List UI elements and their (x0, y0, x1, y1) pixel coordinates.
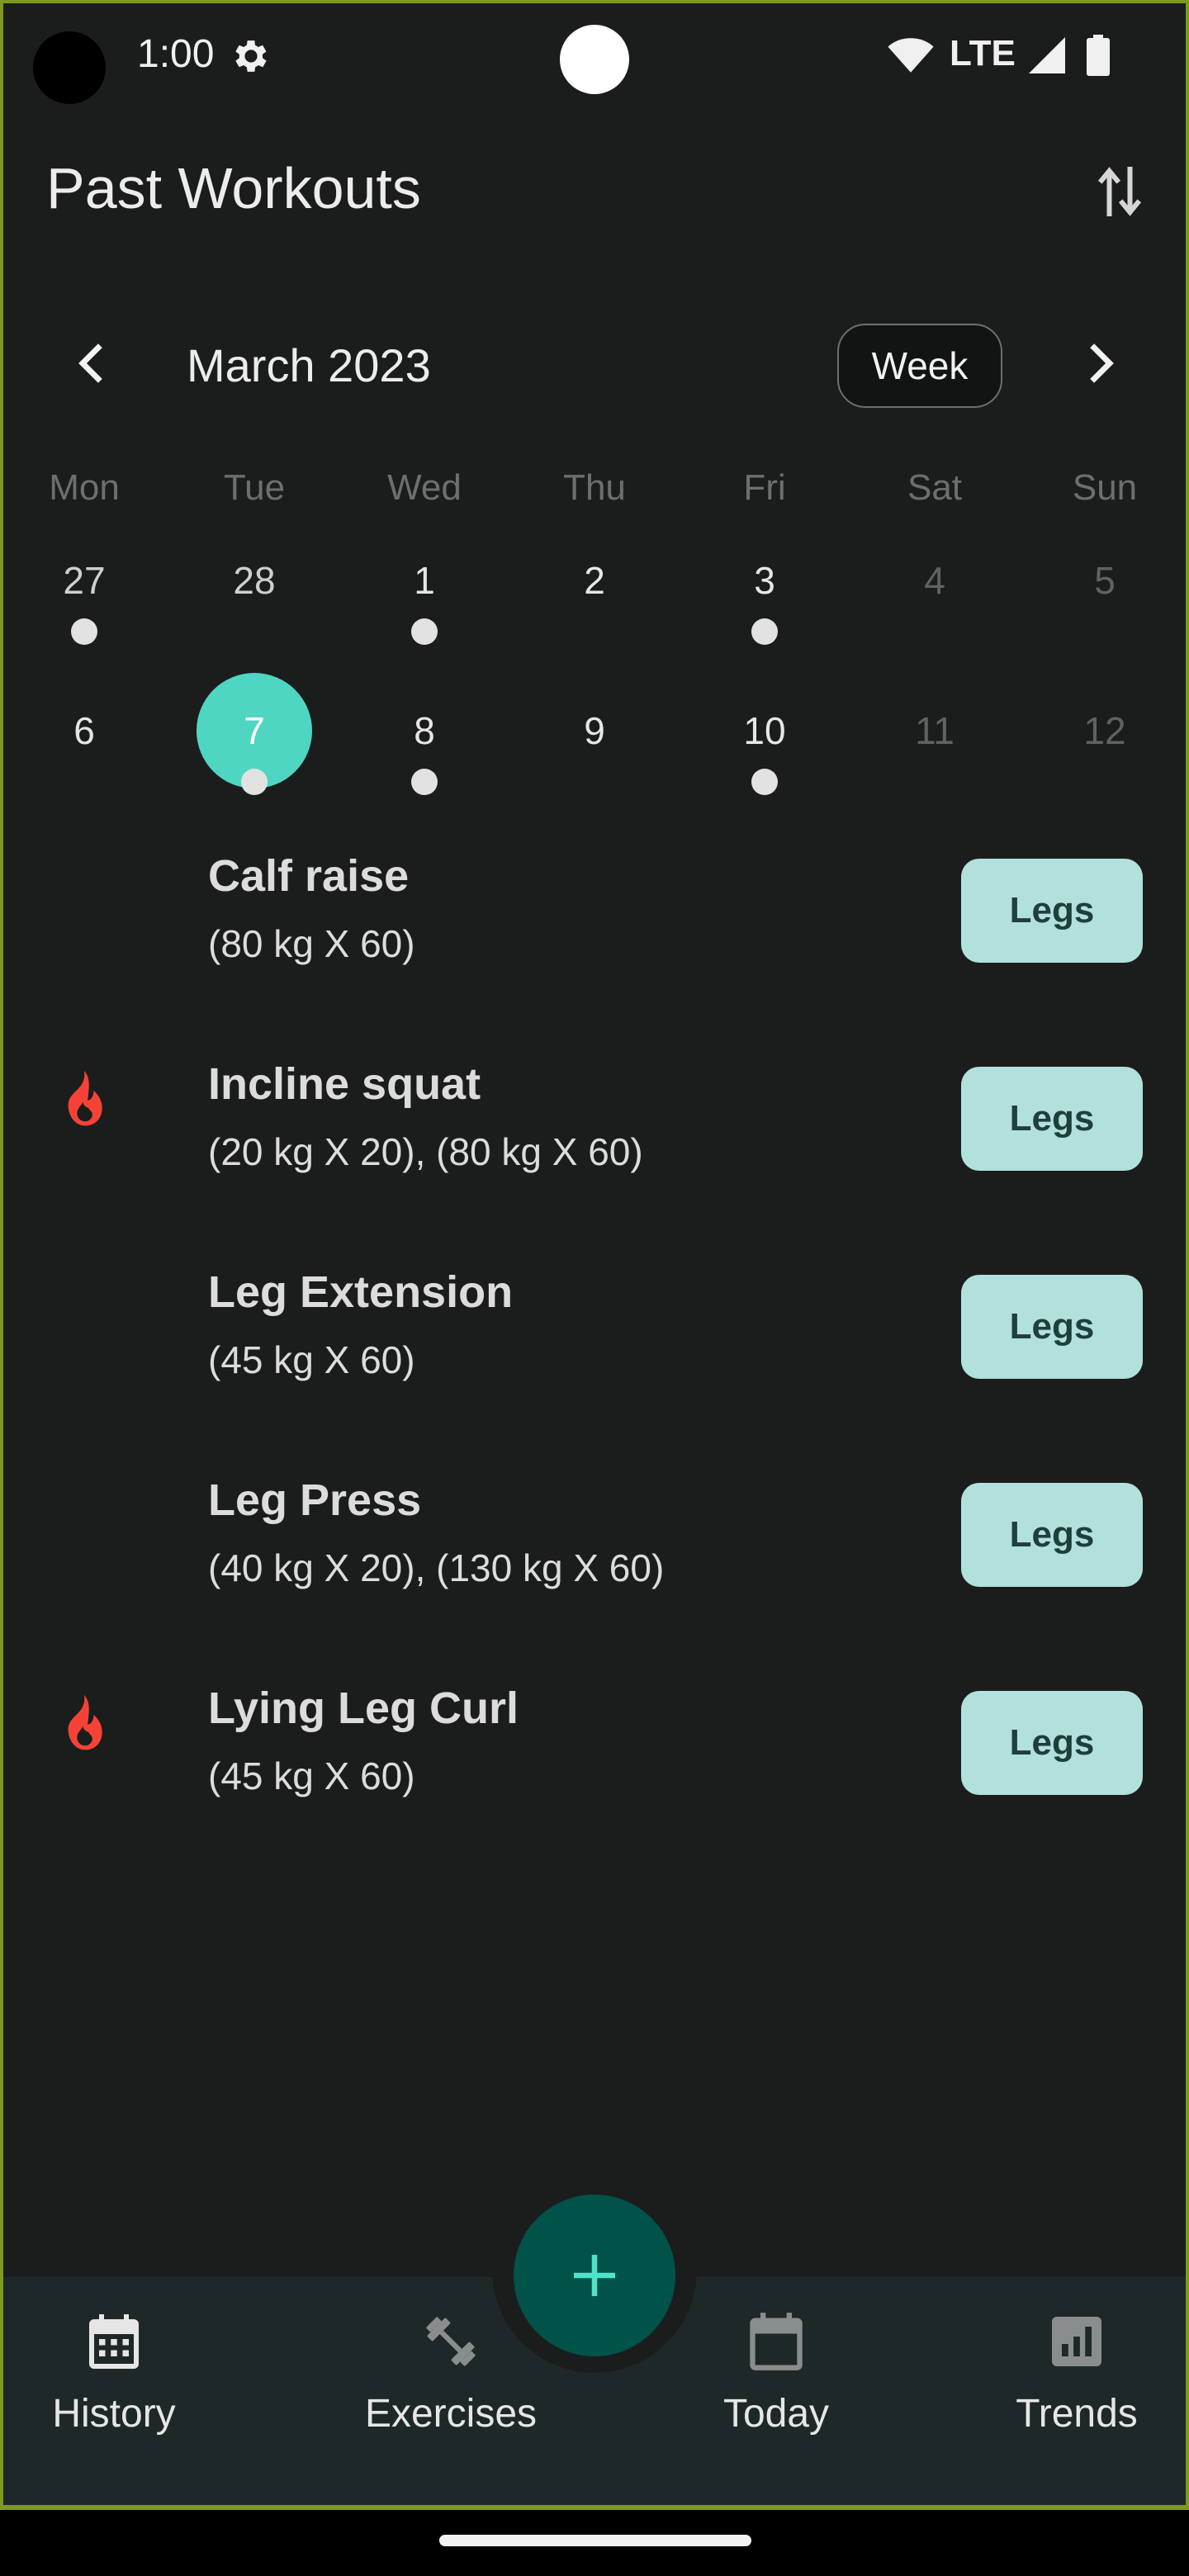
calendar-day[interactable]: 28 (197, 558, 312, 674)
signal-icon (1029, 37, 1065, 73)
category-tag[interactable]: Legs (961, 1483, 1143, 1587)
category-tag[interactable]: Legs (961, 1275, 1143, 1379)
nav-exercises-label: Exercises (364, 2392, 538, 2436)
calendar-day[interactable]: 10 (707, 708, 822, 824)
workout-row[interactable]: Calf raise (80 kg X 60) Legs (0, 834, 1189, 999)
workout-indicator-dot (751, 769, 778, 795)
home-gesture-handle[interactable] (439, 2535, 751, 2546)
workout-indicator-dot (751, 618, 778, 645)
nav-history-label: History (52, 2392, 176, 2436)
swap-vertical-icon[interactable] (1095, 162, 1144, 221)
exercise-sets: (40 kg X 20), (130 kg X 60) (208, 1546, 665, 1589)
exercise-name: Incline squat (208, 1059, 481, 1109)
weekday-label: Fri (743, 467, 786, 508)
wifi-icon (888, 38, 934, 73)
month-label: March 2023 (187, 339, 431, 391)
battery-icon (1087, 35, 1110, 76)
frame-border-top (0, 0, 1189, 3)
nav-today[interactable]: Today (710, 2310, 842, 2436)
workout-row[interactable]: Incline squat (20 kg X 20), (80 kg X 60)… (0, 1042, 1189, 1207)
calendar-day-selected[interactable]: 7 (197, 708, 312, 824)
exercise-sets: (80 kg X 60) (208, 922, 415, 965)
calendar-day[interactable]: 11 (877, 708, 992, 824)
flame-icon (68, 1070, 102, 1126)
week-view-toggle[interactable]: Week (837, 324, 1002, 408)
workout-indicator-dot (71, 618, 97, 645)
chevron-left-icon[interactable] (66, 337, 119, 390)
exercise-name: Calf raise (208, 851, 410, 901)
workout-row[interactable]: Leg Extension (45 kg X 60) Legs (0, 1250, 1189, 1415)
nav-trends-label: Trends (1016, 2392, 1138, 2436)
calendar-day[interactable]: 4 (877, 558, 992, 674)
workout-row[interactable]: Lying Leg Curl (45 kg X 60) Legs (0, 1666, 1189, 1831)
nav-today-label: Today (722, 2392, 830, 2436)
exercise-sets: (45 kg X 60) (208, 1754, 415, 1797)
nav-trends[interactable]: Trends (1004, 2310, 1149, 2436)
weekday-label: Wed (387, 467, 462, 508)
calendar-today-icon (750, 2313, 803, 2370)
dumbbell-icon (426, 2317, 476, 2366)
category-tag[interactable]: Legs (961, 1067, 1143, 1171)
exercise-sets: (20 kg X 20), (80 kg X 60) (208, 1130, 643, 1173)
exercise-name: Leg Extension (208, 1267, 514, 1317)
flame-icon (68, 1694, 102, 1750)
workout-indicator-dot (241, 769, 268, 795)
workout-row[interactable]: Leg Press (40 kg X 20), (130 kg X 60) Le… (0, 1458, 1189, 1623)
workout-indicator-dot (411, 769, 438, 795)
calendar-day[interactable]: 1 (367, 558, 482, 674)
workout-indicator-dot (411, 618, 438, 645)
plus-icon (574, 2255, 615, 2296)
camera-cutout (33, 31, 106, 104)
weekday-label: Tue (223, 467, 286, 508)
gear-icon (235, 40, 267, 72)
nav-history[interactable]: History (33, 2310, 195, 2436)
status-time: 1:00 (137, 32, 215, 76)
exercise-sets: (45 kg X 60) (208, 1338, 415, 1381)
app-screen: 1:00 LTE Past Workouts March 2023 Week M… (0, 0, 1189, 2576)
category-tag[interactable]: Legs (961, 859, 1143, 963)
calendar-day[interactable]: 6 (26, 708, 142, 824)
weekday-label: Mon (49, 467, 120, 508)
bar-chart-icon (1052, 2317, 1101, 2366)
nav-exercises[interactable]: Exercises (357, 2310, 545, 2436)
calendar-day[interactable]: 9 (537, 708, 652, 824)
front-camera (560, 25, 629, 94)
calendar-day[interactable]: 5 (1047, 558, 1163, 674)
calendar-day[interactable]: 2 (537, 558, 652, 674)
page-title: Past Workouts (46, 156, 421, 220)
exercise-name: Lying Leg Curl (208, 1683, 519, 1733)
category-tag[interactable]: Legs (961, 1691, 1143, 1795)
calendar-day[interactable]: 3 (707, 558, 822, 674)
weekday-label: Sun (1072, 467, 1138, 508)
calendar-day[interactable]: 27 (26, 558, 142, 674)
chevron-right-icon[interactable] (1073, 337, 1126, 390)
weekday-label: Thu (563, 467, 626, 508)
calendar-day[interactable]: 8 (367, 708, 482, 824)
calendar-month-icon (89, 2314, 139, 2369)
network-type: LTE (950, 33, 1016, 73)
weekday-label: Sat (907, 467, 963, 508)
exercise-name: Leg Press (208, 1475, 422, 1525)
calendar-day[interactable]: 12 (1047, 708, 1163, 824)
